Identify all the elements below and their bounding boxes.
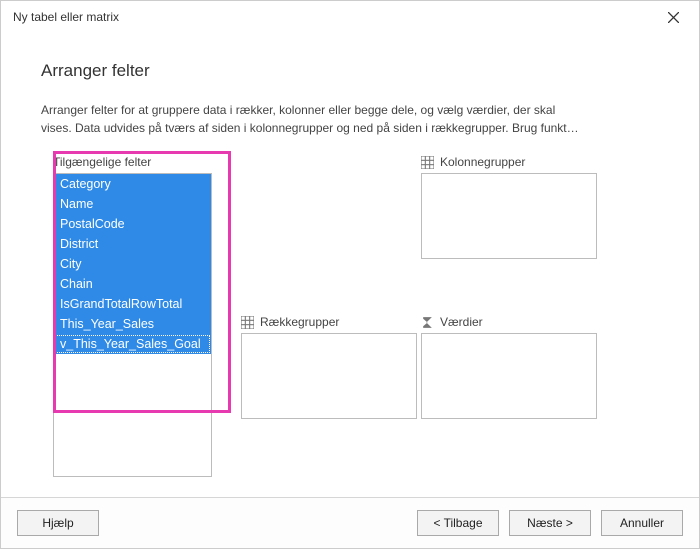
- column-groups-dropzone[interactable]: [421, 173, 597, 259]
- table-icon: [421, 156, 434, 169]
- help-button[interactable]: Hjælp: [17, 510, 99, 536]
- values-label: Værdier: [421, 315, 611, 329]
- dialog-footer: Hjælp < Tilbage Næste > Annuller: [1, 497, 699, 548]
- dialog-content: Arranger felter Arranger felter for at g…: [1, 33, 699, 497]
- field-item[interactable]: City: [54, 254, 211, 274]
- available-fields-panel: Tilgængelige felter CategoryNamePostalCo…: [53, 155, 223, 477]
- page-description: Arranger felter for at gruppere data i r…: [41, 101, 659, 137]
- cancel-button[interactable]: Annuller: [601, 510, 683, 536]
- available-fields-listbox[interactable]: CategoryNamePostalCodeDistrictCityChainI…: [53, 173, 212, 477]
- titlebar: Ny tabel eller matrix: [1, 1, 699, 33]
- row-groups-dropzone[interactable]: [241, 333, 417, 419]
- field-item[interactable]: PostalCode: [54, 214, 211, 234]
- close-icon: [668, 12, 679, 23]
- field-item[interactable]: Chain: [54, 274, 211, 294]
- column-groups-label: Kolonnegrupper: [421, 155, 611, 169]
- available-fields-label: Tilgængelige felter: [53, 155, 223, 169]
- column-groups-panel: Kolonnegrupper: [421, 155, 611, 259]
- arrange-grid: Tilgængelige felter CategoryNamePostalCo…: [41, 155, 659, 495]
- page-heading: Arranger felter: [41, 61, 659, 81]
- values-panel: Værdier: [421, 315, 611, 419]
- field-item[interactable]: District: [54, 234, 211, 254]
- field-item[interactable]: Name: [54, 194, 211, 214]
- row-groups-panel: Rækkegrupper: [241, 315, 431, 419]
- close-button[interactable]: [653, 3, 693, 31]
- table-icon: [241, 316, 254, 329]
- field-item[interactable]: v_This_Year_Sales_Goal: [54, 334, 211, 354]
- field-item[interactable]: This_Year_Sales: [54, 314, 211, 334]
- sigma-icon: [421, 316, 434, 329]
- values-dropzone[interactable]: [421, 333, 597, 419]
- window-title: Ny tabel eller matrix: [13, 10, 119, 24]
- field-item[interactable]: Category: [54, 174, 211, 194]
- back-button[interactable]: < Tilbage: [417, 510, 499, 536]
- field-item[interactable]: IsGrandTotalRowTotal: [54, 294, 211, 314]
- next-button[interactable]: Næste >: [509, 510, 591, 536]
- dialog-window: Ny tabel eller matrix Arranger felter Ar…: [0, 0, 700, 549]
- row-groups-label: Rækkegrupper: [241, 315, 431, 329]
